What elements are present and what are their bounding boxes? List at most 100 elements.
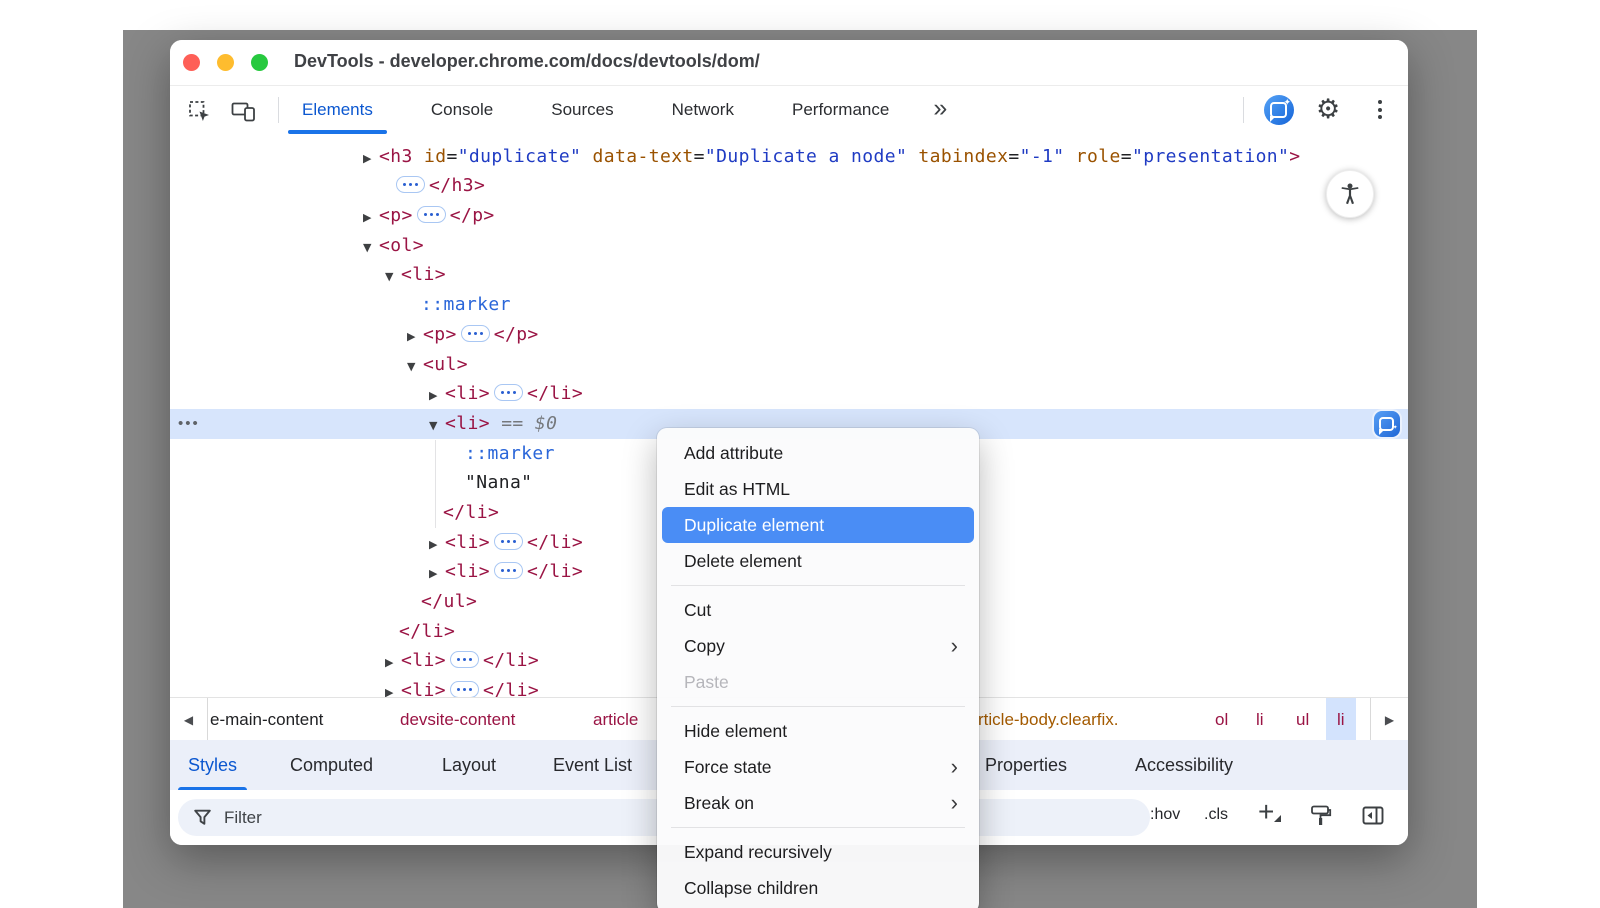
breadcrumb-item-ol[interactable]: ol [1215,698,1228,741]
menu-item-break-on[interactable]: Break on› [662,785,974,821]
expand-arrow-icon[interactable]: ▶ [429,559,445,589]
ellipsis-expand-pill[interactable] [450,681,479,697]
submenu-chevron-icon: › [951,756,958,778]
window-titlebar[interactable]: DevTools - developer.chrome.com/docs/dev… [170,40,1408,86]
dom-tree-row[interactable]: </h3> [170,171,1408,201]
window-title: DevTools - developer.chrome.com/docs/dev… [294,51,760,72]
menu-item-label: Copy [684,636,725,657]
zoom-window-button[interactable] [251,54,268,71]
breadcrumb-item-devsite-content[interactable]: devsite-content [400,698,515,741]
more-options-button[interactable] [1378,100,1382,119]
dom-tree-row[interactable]: ▶<li></li> [170,379,1408,409]
expand-arrow-icon[interactable]: ▶ [385,648,401,678]
menu-item-expand-recursively[interactable]: Expand recursively [662,834,974,870]
ellipsis-expand-pill[interactable] [461,325,490,342]
ellipsis-expand-pill[interactable] [494,562,523,579]
code-token: = [446,146,457,167]
devtools-toolbar: Elements Console Sources Network Performance… [170,86,1408,135]
ai-badge-icon[interactable]: ✦ [1374,411,1400,437]
menu-item-edit-as-html[interactable]: Edit as HTML [662,471,974,507]
expand-arrow-icon[interactable]: ▶ [363,144,379,174]
code-token: </ul> [477,134,533,137]
sidebar-tab-properties[interactable]: Properties [985,740,1067,790]
element-classes-button[interactable]: .cls [1204,806,1228,824]
expand-arrow-icon[interactable]: ▶ [429,530,445,560]
ellipsis-expand-pill[interactable] [417,206,446,223]
code-token: tabindex [907,146,1008,167]
expand-arrow-icon[interactable]: ▼ [407,352,423,382]
dom-tree-row[interactable]: ▶<p></p> [170,320,1408,350]
code-token: </h3> [429,175,485,196]
ellipsis-expand-pill[interactable] [450,651,479,668]
expand-arrow-icon[interactable]: ▶ [407,322,423,352]
toggle-device-toolbar-button[interactable] [230,98,256,124]
breadcrumb-scroll-right-button[interactable]: ▶ [1370,698,1408,741]
sidebar-tab-accessibility[interactable]: Accessibility [1135,740,1233,790]
menu-item-add-attribute[interactable]: Add attribute [662,435,974,471]
expand-arrow-icon[interactable]: ▼ [363,233,379,263]
tab-performance[interactable]: Performance [792,100,889,120]
dock-sidebar-icon [1361,804,1385,828]
sidebar-tab-layout[interactable]: Layout [442,740,496,790]
sidebar-tab-event-list[interactable]: Event List [553,740,632,790]
expand-arrow-icon[interactable]: ▼ [385,262,401,292]
sidebar-tab-styles[interactable]: Styles [188,740,237,790]
menu-item-copy[interactable]: Copy› [662,628,974,664]
toggle-sidebar-button[interactable] [1360,803,1386,829]
code-token: <h3 [379,146,413,167]
ellipsis-expand-pill[interactable] [494,384,523,401]
code-token: </li> [399,621,455,642]
tab-network[interactable]: Network [672,100,734,120]
dom-tree-row[interactable]: ▼<ol> [170,231,1408,261]
settings-button[interactable]: ⚙ [1316,94,1340,124]
new-style-rule-button[interactable]: + [1258,796,1274,828]
inspect-element-button[interactable] [186,98,212,124]
submenu-chevron-icon: › [951,792,958,814]
minimize-window-button[interactable] [217,54,234,71]
dom-tree-row[interactable]: ▶<p></p> [170,201,1408,231]
menu-separator [671,585,965,586]
tab-console[interactable]: Console [431,100,493,120]
ai-assistant-button[interactable]: ✦ [1264,95,1294,125]
row-more-actions[interactable]: ••• [178,409,200,439]
dom-tree-row[interactable]: ▼<ul> [170,350,1408,380]
tab-elements[interactable]: Elements [302,100,373,120]
code-token: </ul> [421,591,477,612]
expand-arrow-icon[interactable]: ▶ [385,678,401,697]
breadcrumb-item-ul[interactable]: ul [1296,698,1309,741]
filter-placeholder: Filter [224,808,262,828]
menu-item-label: Cut [684,600,711,621]
expand-arrow-icon[interactable]: ▼ [429,411,445,441]
menu-item-force-state[interactable]: Force state› [662,749,974,785]
dom-tree-row[interactable]: ▶<h3 id="duplicate" data-text="Duplicate… [170,142,1408,172]
close-window-button[interactable] [183,54,200,71]
menu-item-label: Delete element [684,551,802,572]
rendering-brush-button[interactable] [1308,803,1334,829]
expand-arrow-icon[interactable]: ▶ [363,203,379,233]
breadcrumb-item-li[interactable]: li [1326,698,1356,741]
breadcrumb-item-e-main-content[interactable]: e-main-content [210,698,323,741]
menu-item-cut[interactable]: Cut [662,592,974,628]
menu-item-hide-element[interactable]: Hide element [662,713,974,749]
expand-arrow-icon[interactable]: ▶ [429,381,445,411]
breadcrumb-item-article[interactable]: article [593,698,638,741]
breadcrumb-item-li[interactable]: li [1256,698,1264,741]
ellipsis-expand-pill[interactable] [494,533,523,550]
dom-tree-row[interactable]: </ul> [170,134,1408,142]
toggle-element-state-button[interactable]: :hov [1150,806,1180,824]
breadcrumb-item-rticle-body-clearfix-[interactable]: rticle-body.clearfix. [978,698,1118,741]
code-token: ::marker [465,443,555,464]
more-tabs-button[interactable]: » [933,94,947,123]
menu-item-collapse-children[interactable]: Collapse children [662,870,974,906]
code-token: ::marker [421,294,511,315]
menu-item-delete-element[interactable]: Delete element [662,543,974,579]
breadcrumb-scroll-left-button[interactable]: ◀ [170,698,208,741]
code-token: <li> [445,561,490,582]
ellipsis-expand-pill[interactable] [396,176,425,193]
code-token: <li> [445,383,490,404]
sidebar-tab-computed[interactable]: Computed [290,740,373,790]
dom-tree-row[interactable]: ▼<li> [170,260,1408,290]
menu-item-duplicate-element[interactable]: Duplicate element [662,507,974,543]
tab-sources[interactable]: Sources [551,100,613,120]
dom-tree-row[interactable]: ::marker [170,290,1408,320]
